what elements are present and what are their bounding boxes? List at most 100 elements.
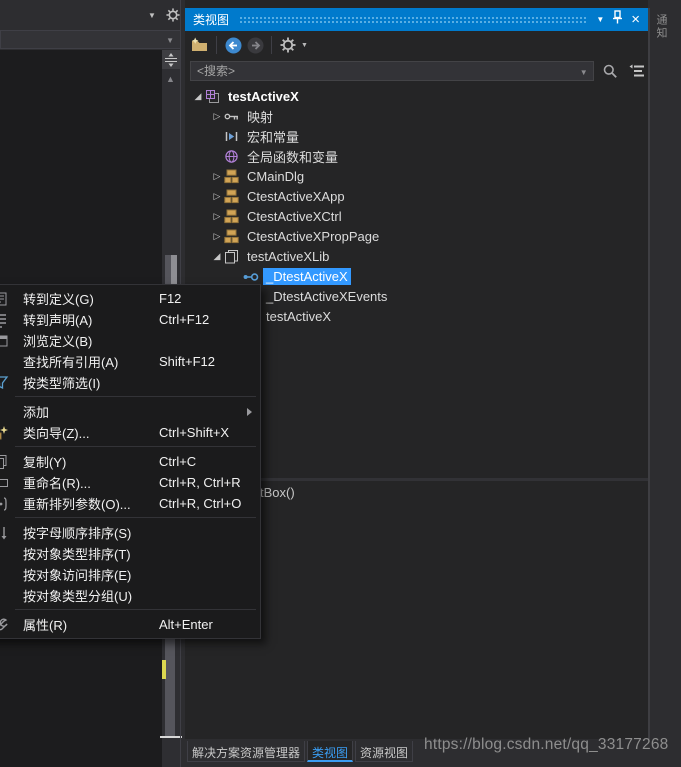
menu-item[interactable]: 复制(Y) Ctrl+C: [0, 451, 260, 472]
tree-item-label[interactable]: 全局函数和变量: [244, 146, 341, 167]
search-icon[interactable]: [599, 60, 621, 82]
caret-position-marker: [160, 736, 182, 738]
class-icon: [224, 229, 240, 244]
submenu-arrow-icon: [247, 408, 252, 416]
menu-item[interactable]: az 按字母顺序排序(S): [0, 522, 260, 543]
menu-item[interactable]: 按类型筛选(I): [0, 372, 260, 393]
menu-item-label: 查找所有引用(A): [23, 355, 119, 370]
menu-item[interactable]: 类向导(Z)... Ctrl+Shift+X: [0, 422, 260, 443]
menu-item-label: 按对象访问排序(E): [23, 568, 132, 583]
titlebar-drag-texture: [239, 15, 587, 24]
tree-item-label[interactable]: _DtestActiveX: [263, 267, 351, 285]
class-view-titlebar[interactable]: 类视图 ▼ ×: [185, 8, 648, 31]
menu-item-shortcut: Shift+F12: [159, 354, 216, 369]
member-item[interactable]: tBox(): [260, 485, 295, 500]
gear-icon[interactable]: [166, 8, 180, 27]
tree-row[interactable]: ▷ CtestActiveXApp: [185, 186, 645, 206]
tree-row[interactable]: _DtestActiveX: [185, 266, 645, 286]
tree-item-label[interactable]: CtestActiveXApp: [244, 188, 348, 205]
tree-item-label[interactable]: testActiveX: [225, 88, 302, 105]
toolbar-separator: [216, 36, 217, 54]
back-icon[interactable]: [222, 34, 244, 56]
class-view-toolbar: ▼: [185, 31, 648, 59]
search-input[interactable]: [191, 62, 593, 80]
tree-row[interactable]: ◢ testActiveX: [185, 86, 645, 106]
tree-item-label[interactable]: _DtestActiveXEvents: [263, 288, 390, 305]
window-position-caret-icon[interactable]: ▼: [596, 15, 604, 24]
goto-declaration-icon: [0, 312, 9, 328]
menu-item[interactable]: 重命名(R)... Ctrl+R, Ctrl+R: [0, 472, 260, 493]
menu-item-label: 按对象类型排序(T): [23, 547, 131, 562]
tree-item-label[interactable]: CtestActiveXCtrl: [244, 208, 345, 225]
forward-icon[interactable]: [244, 34, 266, 56]
watermark-url: https://blog.csdn.net/qq_33177268: [424, 736, 669, 753]
menu-item-label: 浏览定义(B): [23, 334, 93, 349]
editor-navigation-bar: ▼: [0, 0, 181, 30]
menu-item-shortcut: Ctrl+F12: [159, 312, 210, 327]
menu-item[interactable]: 按对象访问排序(E): [0, 564, 260, 585]
menu-item-label: 按对象类型分组(U): [23, 589, 133, 604]
menu-item-shortcut: Ctrl+R, Ctrl+O: [159, 496, 242, 511]
tree-row[interactable]: ◢ testActiveXLib: [185, 246, 645, 266]
bottom-tab-resource-view[interactable]: 资源视图: [355, 741, 414, 762]
menu-item[interactable]: 添加: [0, 401, 260, 422]
chevron-down-icon: ▼: [166, 36, 174, 45]
tree-item-label[interactable]: testActiveXLib: [244, 248, 332, 265]
menu-item[interactable]: 重新排列参数(O)... Ctrl+R, Ctrl+O: [0, 493, 260, 514]
chevron-down-icon[interactable]: ▼: [301, 42, 308, 49]
menu-item[interactable]: 属性(R) Alt+Enter: [0, 614, 260, 635]
peek-definition-icon: [0, 333, 9, 349]
menu-item-shortcut: Ctrl+R, Ctrl+R: [159, 475, 241, 490]
expander-collapsed-icon[interactable]: ▷: [210, 111, 224, 122]
tree-item-label[interactable]: 映射: [244, 106, 276, 127]
close-icon[interactable]: ×: [631, 12, 640, 27]
menu-item[interactable]: 按对象类型分组(U): [0, 585, 260, 606]
pin-icon[interactable]: [612, 10, 623, 29]
editor-splitter-handle[interactable]: [162, 50, 180, 69]
tree-row[interactable]: ▷ CMainDlg: [185, 166, 645, 186]
expander-collapsed-icon[interactable]: ▷: [210, 171, 224, 182]
tree-item-label[interactable]: 宏和常量: [244, 126, 302, 147]
bottom-tab-solution-explorer[interactable]: 解决方案资源管理器: [187, 741, 306, 762]
goto-definition-icon: [0, 291, 9, 307]
expander-collapsed-icon[interactable]: ▷: [210, 211, 224, 222]
menu-item-shortcut: Ctrl+C: [159, 454, 197, 469]
menu-item[interactable]: 查找所有引用(A) Shift+F12: [0, 351, 260, 372]
menu-item-label: 重命名(R)...: [23, 476, 91, 491]
new-folder-icon[interactable]: [189, 34, 211, 56]
tree-row[interactable]: 全局函数和变量: [185, 146, 645, 166]
tree-item-label[interactable]: CMainDlg: [244, 168, 307, 185]
expander-expanded-icon[interactable]: ◢: [191, 91, 205, 102]
menu-item-label: 属性(R): [23, 618, 68, 633]
menu-item-label: 复制(Y): [23, 455, 67, 470]
expander-expanded-icon[interactable]: ◢: [210, 251, 224, 262]
menu-item[interactable]: 转到定义(G) F12: [0, 288, 260, 309]
gear-icon[interactable]: [277, 34, 299, 56]
bottom-tab-class-view[interactable]: 类视图: [307, 741, 354, 762]
scrollbar-up-arrow-icon[interactable]: ▲: [166, 74, 175, 84]
class-wizard-icon: [0, 425, 9, 441]
tree-row[interactable]: ▷ CtestActiveXCtrl: [185, 206, 645, 226]
copy-icon: [0, 454, 9, 470]
properties-icon: [0, 617, 9, 633]
view-settings-icon[interactable]: [626, 60, 648, 82]
tree-row[interactable]: 宏和常量: [185, 126, 645, 146]
panel-right-border: [648, 8, 650, 739]
notifications-side-tab[interactable]: 通知: [652, 8, 669, 46]
menu-item[interactable]: 浏览定义(B): [0, 330, 260, 351]
menu-item-label: 转到声明(A): [23, 313, 93, 328]
menu-item-label: 按类型筛选(I): [23, 376, 101, 391]
editor-scope-dropdown[interactable]: ▼: [0, 30, 181, 49]
chevron-down-icon[interactable]: ▼: [580, 68, 588, 77]
tree-item-label[interactable]: CtestActiveXPropPage: [244, 228, 382, 245]
tree-item-label[interactable]: testActiveX: [263, 308, 334, 325]
tree-row[interactable]: ▷ 映射: [185, 106, 645, 126]
search-box[interactable]: ▼: [190, 61, 594, 81]
chevron-down-icon[interactable]: ▼: [148, 11, 156, 20]
tree-row[interactable]: ▷ CtestActiveXPropPage: [185, 226, 645, 246]
expander-collapsed-icon[interactable]: ▷: [210, 191, 224, 202]
menu-item[interactable]: 按对象类型排序(T): [0, 543, 260, 564]
menu-item[interactable]: 转到声明(A) Ctrl+F12: [0, 309, 260, 330]
expander-collapsed-icon[interactable]: ▷: [210, 231, 224, 242]
key-icon: [224, 109, 240, 124]
